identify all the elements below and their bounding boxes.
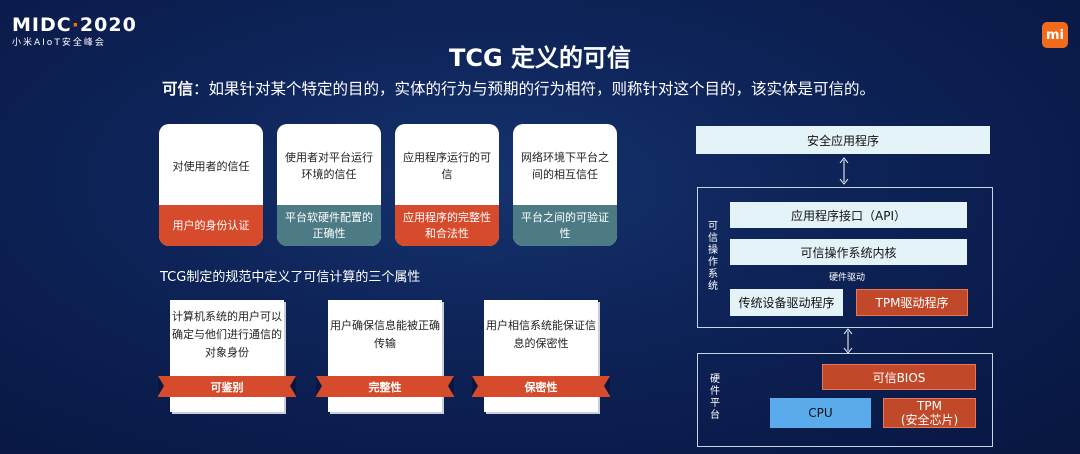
property-text: 用户相信系统能保证信息的保密性 (486, 319, 596, 350)
trust-card-footer: 平台软硬件配置的正确性 (277, 205, 381, 246)
trusted-bios-box: 可信BIOS (822, 364, 976, 390)
property-text: 用户确保信息能被正确传输 (330, 319, 440, 350)
kernel-box: 可信操作系统内核 (730, 239, 967, 265)
cpu-box: CPU (770, 398, 871, 428)
property-tag: 可鉴别 (158, 376, 296, 397)
tpm-chip-subtitle: (安全芯片) (900, 413, 959, 427)
hardware-label: 硬件平台 (710, 374, 720, 421)
slide-title: TCG 定义的可信 (448, 44, 632, 72)
double-arrow-icon (839, 157, 849, 185)
driver-label: 硬件驱动 (829, 273, 866, 283)
trust-card: 对使用者的信任 用户的身份认证 (159, 124, 263, 246)
trust-card-footer: 应用程序的完整性和合法性 (395, 205, 499, 246)
trust-card-title: 网络环境下平台之间的相互信任 (521, 151, 609, 181)
definition-text: 可信：如果针对某个特定的目的，实体的行为与预期的行为相符，则称针对这个目的，该实… (162, 80, 876, 98)
tpm-chip-title: TPM (917, 399, 942, 413)
tpm-chip-box: TPM (安全芯片) (883, 398, 976, 428)
trust-card: 使用者对平台运行环境的信任 平台软硬件配置的正确性 (277, 124, 381, 246)
trust-card: 应用程序运行的可信 应用程序的完整性和合法性 (395, 124, 499, 246)
api-box: 应用程序接口（API） (730, 202, 967, 228)
properties-heading: TCG制定的规范中定义了可信计算的三个属性 (160, 270, 421, 285)
trust-card: 网络环境下平台之间的相互信任 平台之间的可验证性 (513, 124, 617, 246)
trust-card-title: 应用程序运行的可信 (403, 151, 491, 181)
double-arrow-icon (843, 328, 853, 354)
legacy-driver-box: 传统设备驱动程序 (730, 289, 843, 316)
tpm-driver-box: TPM驱动程序 (856, 289, 968, 316)
logo-text: MIDC·2020 (12, 14, 137, 36)
property-tag: 完整性 (316, 376, 454, 397)
trust-card-title: 对使用者的信任 (172, 159, 250, 173)
trust-card-footer: 用户的身份认证 (159, 205, 263, 246)
property-text: 计算机系统的用户可以确定与他们进行通信的对象身份 (172, 310, 282, 359)
property-tag: 保密性 (472, 376, 610, 397)
secure-app-box: 安全应用程序 (696, 126, 990, 154)
trust-card-footer: 平台之间的可验证性 (513, 205, 617, 246)
trusted-os-label: 可信操作系统 (708, 221, 718, 292)
trust-card-title: 使用者对平台运行环境的信任 (285, 151, 373, 181)
